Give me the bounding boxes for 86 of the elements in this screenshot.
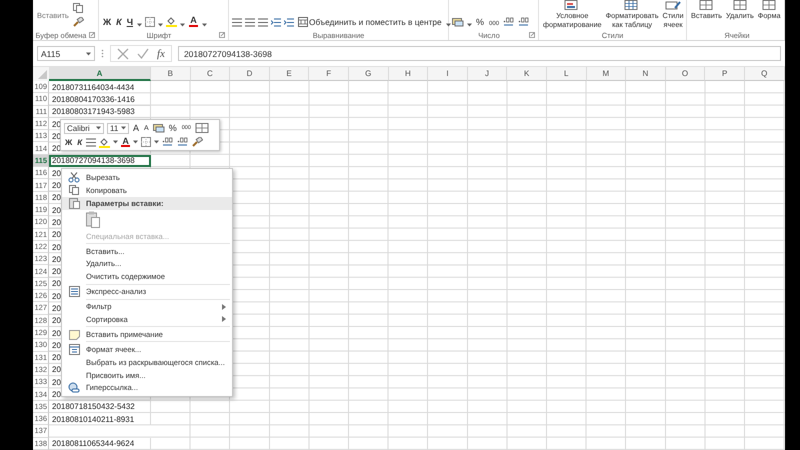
align-center-icon[interactable] [245, 18, 255, 27]
column-header[interactable]: M [586, 67, 626, 81]
column-header[interactable]: B [151, 67, 191, 81]
caret-icon[interactable] [158, 23, 164, 27]
column-header[interactable]: G [348, 67, 389, 81]
column-header[interactable]: P [705, 67, 745, 81]
column-header[interactable]: J [468, 67, 508, 81]
conditional-format-icon[interactable] [564, 0, 580, 10]
scissors-icon [68, 172, 80, 183]
table-format-icon[interactable] [624, 0, 640, 10]
fill-color-icon[interactable] [99, 136, 110, 148]
caret-icon[interactable] [446, 23, 451, 27]
font-name-field[interactable]: Calibri [64, 122, 104, 134]
merge-cells-icon[interactable] [298, 17, 308, 27]
table-icon[interactable] [194, 123, 209, 133]
column-header[interactable]: D [230, 67, 270, 81]
table-cell: 20180718150432-5432 [49, 400, 151, 414]
copy-icon[interactable] [69, 185, 79, 196]
indent-icon[interactable] [271, 18, 281, 27]
indent-icon[interactable] [284, 18, 294, 27]
dialog-launcher-icon[interactable] [529, 32, 535, 38]
borders-icon[interactable] [145, 17, 156, 27]
font-color-button[interactable]: A [188, 16, 200, 27]
italic-button[interactable]: К [76, 138, 84, 146]
percent-button[interactable]: % [168, 123, 178, 133]
currency-icon[interactable] [452, 17, 464, 27]
paste-icon[interactable] [86, 211, 100, 228]
formula-field[interactable]: 20180727094138-3698 [178, 46, 781, 61]
column-header[interactable]: O [666, 67, 706, 81]
cell-styles-icon[interactable] [665, 0, 682, 10]
table-cell: 20180811065344-9624 [49, 438, 151, 450]
column-header[interactable]: A [49, 67, 151, 81]
font-color-button[interactable]: A [121, 137, 130, 147]
fill-color-icon[interactable] [166, 16, 178, 27]
table-cell: 20180804170336-1416 [49, 93, 151, 106]
clipboard-icon [68, 197, 80, 210]
column-header[interactable]: C [190, 67, 230, 81]
copy-icon[interactable] [72, 3, 83, 13]
quick-analysis-icon [68, 286, 80, 298]
insert-function-button[interactable]: fx [157, 48, 165, 60]
bold-button[interactable]: Ж [64, 138, 74, 146]
column-header[interactable]: F [309, 67, 349, 81]
caret-icon[interactable] [137, 23, 142, 27]
decrease-decimal-icon[interactable] [177, 137, 190, 147]
borders-icon[interactable] [141, 137, 152, 147]
underline-button[interactable]: Ч [126, 17, 134, 27]
table-cell: 20180803171943-5983 [49, 106, 151, 118]
align-center-icon[interactable] [86, 138, 96, 146]
align-left-icon[interactable] [232, 18, 242, 27]
currency-icon[interactable] [152, 123, 165, 133]
caret-icon[interactable] [86, 52, 91, 56]
caret-icon[interactable] [467, 23, 472, 27]
globe-link-icon [68, 382, 80, 394]
font-size-field[interactable]: 11 [107, 122, 129, 134]
merge-center-button[interactable]: Объединить и поместить в центре [297, 17, 443, 27]
format-cells-icon [68, 344, 80, 355]
column-header[interactable]: E [270, 67, 310, 81]
decrease-decimal-icon[interactable] [518, 17, 530, 27]
column-header[interactable]: I [428, 67, 468, 81]
percent-button[interactable]: % [475, 17, 486, 27]
table-cell: 20180810140211-8931 [49, 413, 151, 426]
grow-font-button[interactable]: A [132, 123, 140, 133]
column-header[interactable]: K [507, 67, 547, 81]
column-header[interactable]: H [388, 67, 428, 81]
name-box[interactable]: A115 [37, 46, 95, 61]
caret-icon[interactable] [154, 140, 160, 144]
table-cell: 20180731164034-4434 [49, 81, 151, 94]
caret-icon[interactable] [113, 140, 118, 144]
format-painter-icon[interactable] [72, 17, 84, 27]
increase-decimal-icon[interactable] [503, 17, 516, 27]
grip-icon[interactable] [101, 49, 104, 58]
format-painter-icon[interactable] [192, 137, 204, 147]
italic-button[interactable]: К [115, 17, 123, 27]
column-header[interactable]: L [546, 67, 587, 81]
align-right-icon[interactable] [258, 18, 268, 27]
table-cell: 20180727094138-3698 [49, 154, 151, 168]
caret-icon[interactable] [180, 23, 186, 27]
column-header[interactable]: Q [744, 67, 784, 81]
caret-icon[interactable] [133, 140, 138, 144]
caret-icon[interactable] [202, 23, 208, 27]
increase-decimal-icon[interactable] [162, 137, 174, 147]
bold-button[interactable]: Ж [102, 17, 112, 27]
dialog-launcher-icon[interactable] [89, 32, 95, 38]
column-header[interactable]: N [626, 67, 666, 81]
comment-icon [68, 328, 80, 340]
dialog-launcher-icon[interactable] [219, 32, 225, 38]
